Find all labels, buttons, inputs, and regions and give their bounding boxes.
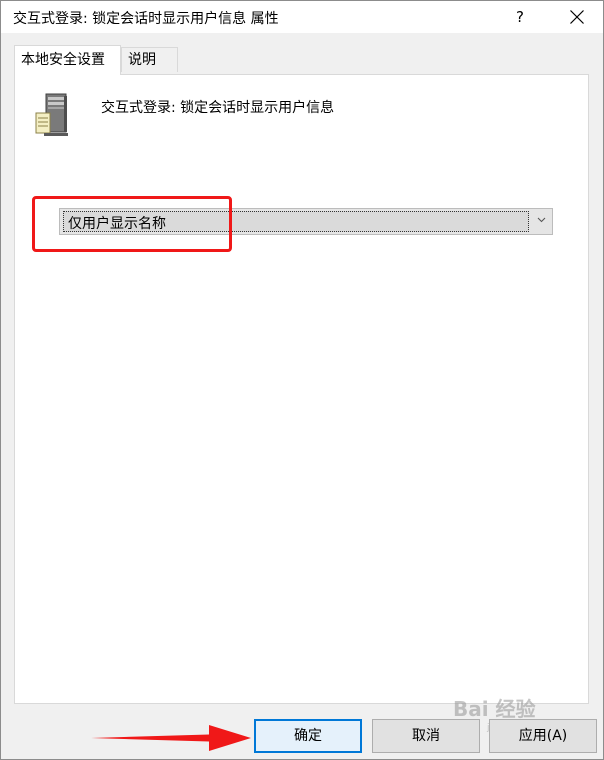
chevron-down-icon — [537, 217, 546, 223]
cancel-button[interactable]: 取消 — [372, 719, 480, 753]
policy-name: 交互式登录: 锁定会话时显示用户信息 — [101, 100, 335, 116]
window-title: 交互式登录: 锁定会话时显示用户信息 属性 — [13, 11, 279, 27]
ok-button[interactable]: 确定 — [254, 719, 362, 753]
tab-explain[interactable]: 说明 — [121, 47, 178, 72]
server-policy-icon — [35, 93, 68, 136]
close-button[interactable] — [551, 1, 603, 33]
red-arrow-annotation — [91, 725, 251, 751]
dropdown-focus-frame: 仅用户显示名称 — [63, 211, 529, 232]
dropdown-selected-value: 仅用户显示名称 — [68, 216, 166, 232]
apply-button[interactable]: 应用(A) — [489, 719, 597, 753]
display-user-info-select[interactable]: 仅用户显示名称 — [59, 208, 553, 235]
title-bar[interactable]: 交互式登录: 锁定会话时显示用户信息 属性 ? — [1, 1, 603, 33]
properties-dialog: 交互式登录: 锁定会话时显示用户信息 属性 ? 本地安全设置 说明 交互式登录:… — [0, 0, 604, 760]
help-button[interactable]: ? — [497, 1, 543, 33]
close-icon — [570, 10, 584, 24]
tab-panel-local-security-setting — [14, 74, 589, 704]
tab-local-security-setting[interactable]: 本地安全设置 — [14, 45, 121, 75]
